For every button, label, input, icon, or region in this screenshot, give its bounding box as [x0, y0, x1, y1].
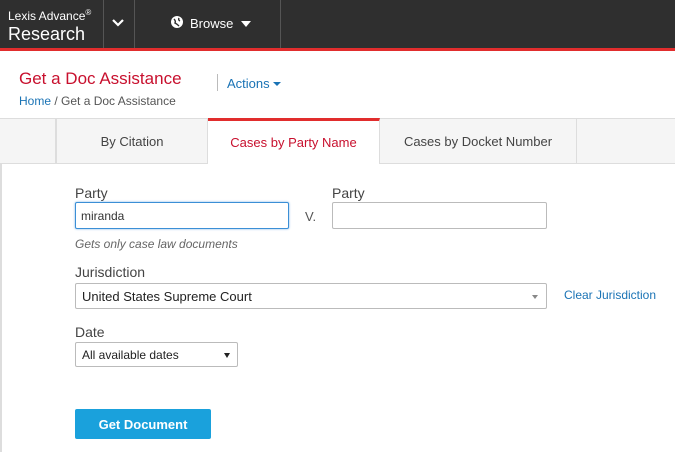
dropdown-arrow-icon	[532, 295, 538, 299]
browse-label: Browse	[190, 16, 234, 31]
brand-name: Lexis Advance	[8, 9, 86, 23]
versus-label: V.	[305, 209, 317, 224]
tab-cases-by-party-name[interactable]: Cases by Party Name	[208, 118, 380, 164]
caret-down-icon	[272, 81, 281, 86]
chevron-down-icon[interactable]	[111, 16, 125, 30]
brand-product: Research	[8, 24, 86, 44]
browse-menu-button[interactable]: Browse	[170, 15, 252, 32]
registered-mark: ®	[85, 8, 92, 17]
clear-jurisdiction-link[interactable]: Clear Jurisdiction	[564, 288, 656, 302]
divider	[280, 0, 281, 48]
divider	[103, 0, 104, 48]
breadcrumb-current: Get a Doc Assistance	[61, 94, 176, 108]
party-one-label: Party	[75, 185, 108, 201]
breadcrumb-separator: /	[51, 94, 62, 108]
title-separator	[217, 74, 218, 91]
divider	[134, 0, 135, 48]
jurisdiction-label: Jurisdiction	[75, 264, 146, 280]
breadcrumb: Home / Get a Doc Assistance	[19, 94, 176, 108]
actions-menu[interactable]: Actions	[227, 76, 281, 91]
get-document-button[interactable]: Get Document	[75, 409, 211, 439]
tab-cases-by-docket-number[interactable]: Cases by Docket Number	[380, 119, 577, 164]
date-label: Date	[75, 324, 105, 340]
date-select[interactable]: All available dates	[75, 342, 238, 367]
dropdown-arrow-icon	[224, 353, 230, 358]
tab-by-citation[interactable]: By Citation	[56, 119, 208, 164]
left-border	[0, 164, 2, 452]
globe-icon	[170, 15, 184, 32]
page-title: Get a Doc Assistance	[19, 69, 182, 88]
jurisdiction-value: United States Supreme Court	[82, 289, 252, 304]
date-value: All available dates	[82, 348, 179, 362]
party-one-input[interactable]: miranda	[75, 202, 289, 229]
brand-logo[interactable]: Lexis Advance® Research	[8, 6, 91, 45]
caret-down-icon	[241, 20, 252, 27]
actions-label: Actions	[227, 76, 270, 91]
party-hint-text: Gets only case law documents	[75, 237, 238, 251]
tab-spacer	[0, 119, 56, 164]
breadcrumb-home-link[interactable]: Home	[19, 94, 51, 108]
top-navigation-bar: Lexis Advance® Research Browse	[0, 0, 675, 51]
party-name-form: Party miranda V. Party Gets only case la…	[0, 164, 675, 452]
jurisdiction-select[interactable]: United States Supreme Court	[75, 283, 547, 309]
party-two-input[interactable]	[332, 202, 547, 229]
party-two-label: Party	[332, 185, 365, 201]
tab-bar: By Citation Cases by Party Name Cases by…	[0, 118, 675, 164]
page-header: Get a Doc Assistance Actions Home / Get …	[0, 51, 675, 118]
